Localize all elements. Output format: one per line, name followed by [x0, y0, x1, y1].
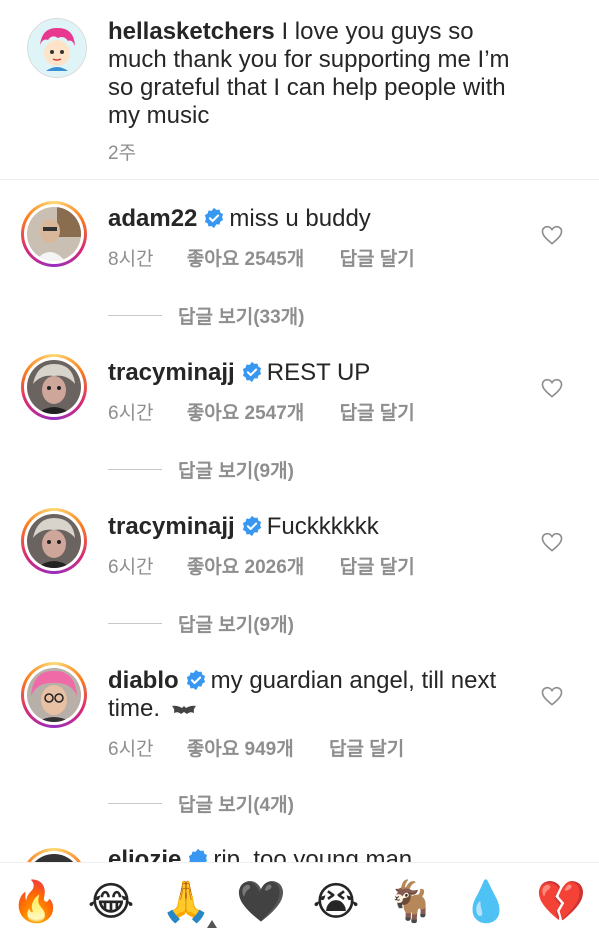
reply-button[interactable]: 답글 달기: [340, 557, 415, 578]
comment-time: 6시간: [108, 403, 154, 424]
caption-section: hellasketchers I love you guys so much t…: [0, 0, 599, 180]
comment-body: rip, too young man: [213, 846, 413, 862]
reply-button[interactable]: 답글 달기: [329, 739, 404, 760]
comment-meta: 6시간 좋아요 2026개 답글 달기: [108, 552, 415, 579]
comment-text: tracyminajj Fuckkkkkk: [108, 513, 379, 541]
comment-time: 8시간: [108, 249, 154, 270]
reply-button[interactable]: 답글 달기: [340, 403, 415, 424]
comment-avatar[interactable]: [21, 354, 87, 420]
cartoon-avatar-icon: [28, 19, 86, 77]
view-replies-label: 답글 보기(9개): [178, 461, 294, 482]
next-comment-peek: eliozie rip, too young man: [0, 840, 599, 862]
verified-badge-icon: [242, 361, 261, 383]
profile-photo-icon: [27, 360, 81, 414]
comment-avatar[interactable]: [21, 201, 87, 267]
comment-meta: 6시간 좋아요 2547개 답글 달기: [108, 398, 415, 425]
comment-username[interactable]: diablo: [108, 667, 179, 694]
caption-avatar[interactable]: [27, 18, 87, 78]
droplet-emoji-button[interactable]: 💧: [461, 877, 511, 927]
like-heart-icon[interactable]: [541, 225, 563, 245]
comment-text: tracyminajj REST UP: [108, 359, 370, 387]
comment-body-line2: time.: [108, 695, 161, 722]
goat-emoji-button[interactable]: 🐐: [386, 877, 436, 927]
comment-avatar[interactable]: [21, 848, 87, 862]
comment-likes[interactable]: 좋아요 2547개: [187, 403, 304, 424]
broken-heart-emoji-button[interactable]: 💔: [536, 877, 586, 927]
view-replies-button[interactable]: 답글 보기(4개): [108, 790, 294, 817]
verified-badge-icon: [242, 515, 261, 537]
caption-username[interactable]: hellasketchers: [108, 18, 275, 45]
like-heart-icon[interactable]: [541, 686, 563, 706]
crying-face-emoji-button[interactable]: 😭: [311, 877, 361, 927]
fire-emoji-button[interactable]: 🔥: [11, 877, 61, 927]
profile-photo-icon: [27, 668, 81, 722]
view-replies-label: 답글 보기(33개): [178, 307, 305, 328]
comment-meta: 8시간 좋아요 2545개 답글 달기: [108, 244, 415, 271]
comment-likes[interactable]: 좋아요 2026개: [187, 557, 304, 578]
comment-body: Fuckkkkkk: [266, 513, 379, 540]
view-replies-button[interactable]: 답글 보기(33개): [108, 302, 304, 329]
comment-text: eliozie rip, too young man: [108, 846, 412, 862]
comment-username[interactable]: eliozie: [108, 846, 181, 862]
comment-body: REST UP: [266, 359, 371, 386]
comment-text: adam22 miss u buddy: [108, 205, 371, 233]
black-heart-emoji-button[interactable]: 🖤: [236, 877, 286, 927]
caption-time: 2주: [108, 143, 137, 164]
comment-meta: 6시간 좋아요 949개 답글 달기: [108, 734, 404, 761]
like-heart-icon[interactable]: [541, 378, 563, 398]
comment-time: 6시간: [108, 557, 154, 578]
view-replies-label: 답글 보기(4개): [178, 795, 294, 816]
comment-avatar[interactable]: [21, 508, 87, 574]
replies-divider: [108, 469, 162, 470]
tears-of-joy-emoji-button[interactable]: 😂: [86, 877, 136, 927]
replies-divider: [108, 623, 162, 624]
comment-username[interactable]: adam22: [108, 205, 197, 232]
replies-divider: [108, 803, 162, 804]
comment-username[interactable]: tracyminajj: [108, 513, 235, 540]
profile-photo-icon: [27, 514, 81, 568]
view-replies-label: 답글 보기(9개): [178, 615, 294, 636]
comment-username[interactable]: tracyminajj: [108, 359, 235, 386]
comment-body: miss u buddy: [229, 205, 371, 232]
verified-badge-icon: [186, 669, 205, 691]
caption-text: hellasketchers I love you guys so much t…: [108, 18, 538, 130]
comment-likes[interactable]: 좋아요 949개: [187, 739, 294, 760]
comment-likes[interactable]: 좋아요 2545개: [187, 249, 304, 270]
comment-text: diablo my guardian angel, till next time.: [108, 667, 528, 723]
replies-divider: [108, 315, 162, 316]
like-heart-icon[interactable]: [541, 532, 563, 552]
view-replies-button[interactable]: 답글 보기(9개): [108, 456, 294, 483]
verified-badge-icon: [205, 207, 224, 229]
emoji-reaction-bar: 🔥 😂 🙏 🖤 😭 🐐 💧 💔: [0, 862, 599, 938]
view-replies-button[interactable]: 답글 보기(9개): [108, 610, 294, 637]
comment-avatar[interactable]: [21, 662, 87, 728]
profile-photo-icon: [27, 207, 81, 261]
skin-tone-indicator-icon: [207, 920, 217, 928]
bat-emoji-icon: [171, 705, 196, 714]
reply-button[interactable]: 답글 달기: [340, 249, 415, 270]
folded-hands-emoji-button[interactable]: 🙏: [161, 877, 211, 927]
comment-body: my guardian angel, till next: [210, 667, 497, 694]
verified-badge-icon: [189, 848, 208, 862]
comment-time: 6시간: [108, 739, 154, 760]
